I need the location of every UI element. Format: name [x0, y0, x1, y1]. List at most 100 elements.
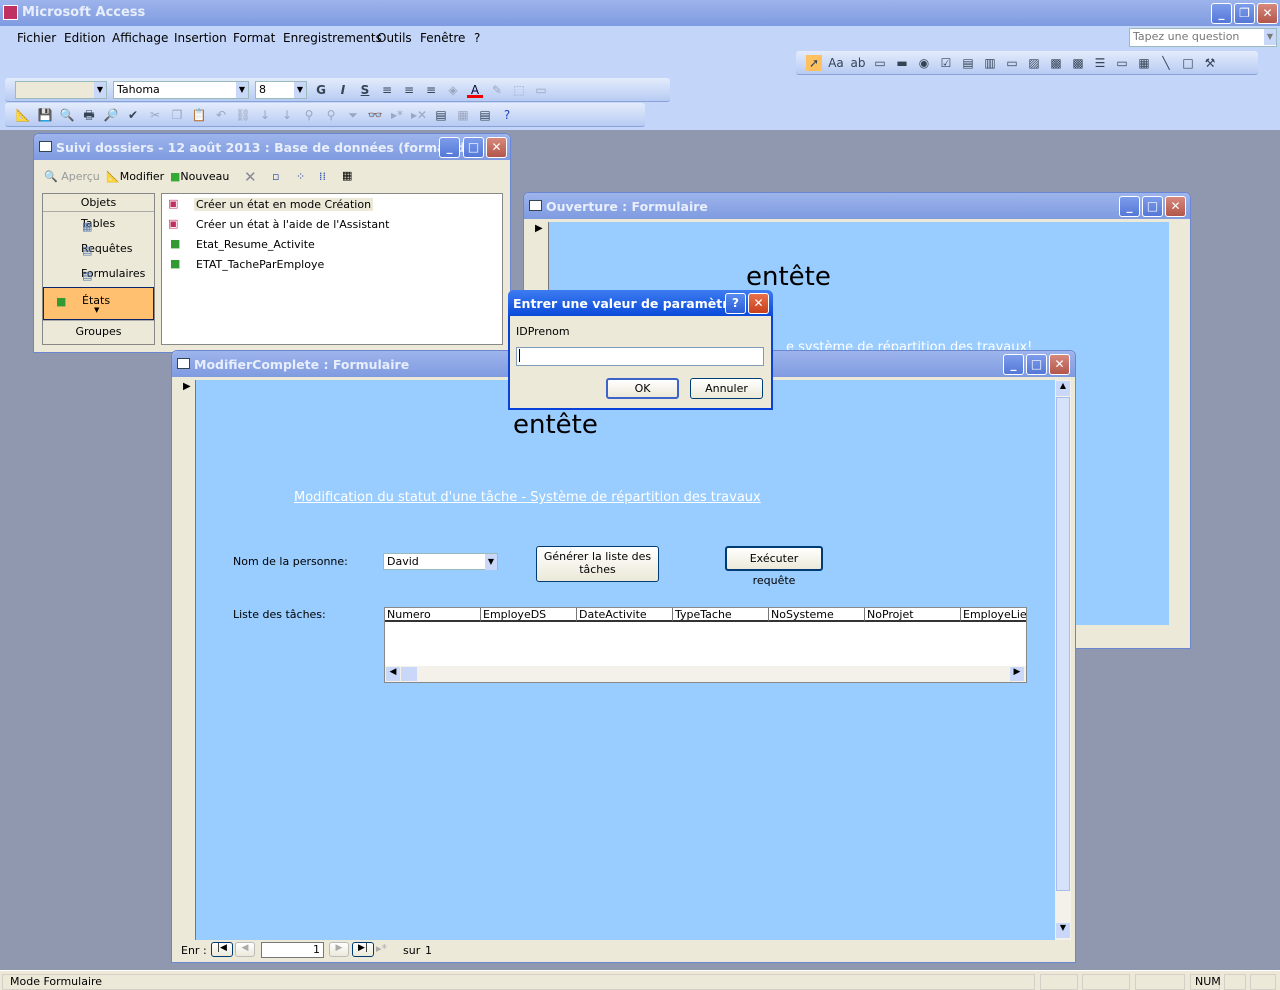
record-number-input[interactable]: 1	[261, 942, 324, 958]
new-object-icon[interactable]: ▤	[477, 107, 493, 123]
rectangle-tool-icon[interactable]: □	[1180, 55, 1196, 71]
details-view-icon[interactable]: ▦	[342, 169, 352, 182]
menu-outils[interactable]: Outils	[377, 31, 412, 45]
scroll-left-icon[interactable]: ◀	[386, 667, 400, 681]
checkbox-tool-icon[interactable]: ☑	[938, 55, 954, 71]
find-icon[interactable]: 👓	[367, 107, 383, 123]
menu-help[interactable]: ?	[474, 31, 480, 45]
tab-control-icon[interactable]: ▭	[1114, 55, 1130, 71]
font-color-icon[interactable]: A	[467, 82, 483, 98]
db-maximize-button[interactable]: □	[463, 137, 484, 158]
list-tool-icon[interactable]: ▥	[982, 55, 998, 71]
modify-button[interactable]: 📐Modifier	[106, 170, 164, 183]
menu-affichage[interactable]: Affichage	[112, 31, 168, 45]
close-button[interactable]: ✕	[1257, 3, 1278, 24]
subform-icon[interactable]: ▦	[1136, 55, 1152, 71]
align-right-icon[interactable]: ≡	[423, 82, 439, 98]
chevron-down-icon[interactable]: ▼	[294, 81, 306, 98]
chevron-down-icon[interactable]: ▼	[236, 81, 248, 98]
image-tool-icon[interactable]: ▨	[1026, 55, 1042, 71]
preview-button[interactable]: 🔍 Aperçu	[44, 170, 100, 183]
list-item[interactable]: Créer un état à l'aide de l'Assistant	[196, 218, 389, 231]
radio-tool-icon[interactable]: ◉	[916, 55, 932, 71]
spelling-icon[interactable]: ✔	[125, 107, 141, 123]
toggle-tool-icon[interactable]: ▬	[894, 55, 910, 71]
copy-icon[interactable]: ❐	[169, 107, 185, 123]
chevron-down-icon[interactable]: ▼	[485, 554, 497, 570]
objects-header[interactable]: Objets	[43, 194, 154, 212]
db-close-button[interactable]: ✕	[486, 137, 507, 158]
line-tool-icon[interactable]: ╲	[1158, 55, 1174, 71]
font-size-select[interactable]: 8 ▼	[255, 80, 307, 99]
object-queries[interactable]: Requêtes	[43, 237, 154, 262]
hyperlink-icon[interactable]: ⛓	[235, 107, 251, 123]
help-icon[interactable]: ?	[499, 107, 515, 123]
line-color-icon[interactable]: ✎	[489, 82, 505, 98]
apply-filter-icon[interactable]: ⏷	[345, 107, 361, 123]
ouverture-close-button[interactable]: ✕	[1165, 196, 1186, 217]
list-item[interactable]: ETAT_TacheParEmploye	[196, 258, 324, 271]
underline-button[interactable]: S	[357, 82, 373, 98]
scroll-right-icon[interactable]: ▶	[1010, 667, 1024, 681]
minimize-button[interactable]: _	[1211, 3, 1232, 24]
generate-list-button[interactable]: Générer la liste des tâches	[536, 546, 659, 582]
font-select[interactable]: Tahoma ▼	[113, 80, 249, 99]
groups-header[interactable]: Groupes	[43, 320, 154, 342]
bold-button[interactable]: G	[313, 82, 329, 98]
help-question-input[interactable]: Tapez une question ▼	[1129, 28, 1277, 47]
group-tool-icon[interactable]: ▭	[872, 55, 888, 71]
print-icon[interactable]: 🖶	[81, 107, 97, 123]
align-left-icon[interactable]: ≡	[379, 82, 395, 98]
list-item[interactable]: Créer un état en mode Création	[194, 198, 374, 211]
fill-color-icon[interactable]: ◈	[445, 82, 461, 98]
menu-enregistrements[interactable]: Enregistrements	[283, 31, 382, 45]
scroll-thumb[interactable]	[1056, 397, 1070, 891]
cancel-button[interactable]: Annuler	[690, 378, 763, 399]
undo-icon[interactable]: ↶	[213, 107, 229, 123]
align-center-icon[interactable]: ≡	[401, 82, 417, 98]
pointer-icon[interactable]: ➚	[806, 54, 822, 71]
modifier-maximize-button[interactable]: □	[1026, 354, 1047, 375]
textbox-tool-icon[interactable]: ab	[850, 55, 866, 71]
scroll-down-icon[interactable]: ▼	[1056, 923, 1070, 938]
delete-record-icon[interactable]: ▸✕	[411, 107, 427, 123]
large-icons-icon[interactable]: ▫	[272, 170, 279, 183]
combo-tool-icon[interactable]: ▤	[960, 55, 976, 71]
properties-icon[interactable]: ▤	[433, 107, 449, 123]
scroll-up-icon[interactable]: ▲	[1056, 381, 1070, 396]
cut-icon[interactable]: ✂	[147, 107, 163, 123]
next-record-button[interactable]: ▶	[329, 942, 349, 957]
modifier-minimize-button[interactable]: _	[1003, 354, 1024, 375]
last-record-button[interactable]: ▶|	[352, 942, 374, 957]
menu-insertion[interactable]: Insertion	[174, 31, 227, 45]
bound-object-icon[interactable]: ▩	[1070, 55, 1086, 71]
form-title-link[interactable]: Modification du statut d'une tâche - Sys…	[294, 490, 761, 505]
print-preview-icon[interactable]: 🔎	[103, 107, 119, 123]
database-window-icon[interactable]: ▦	[455, 107, 471, 123]
menu-fenetre[interactable]: Fenêtre	[420, 31, 465, 45]
italic-button[interactable]: I	[335, 82, 351, 98]
page-break-icon[interactable]: ☰	[1092, 55, 1108, 71]
vertical-scrollbar[interactable]: ▲ ▼	[1055, 380, 1071, 940]
sort-asc-icon[interactable]: ↓	[257, 107, 273, 123]
filter-form-icon[interactable]: ⚲	[323, 107, 339, 123]
menu-format[interactable]: Format	[233, 31, 275, 45]
small-icons-icon[interactable]: ⁘	[296, 170, 305, 183]
menu-edition[interactable]: Edition	[64, 31, 106, 45]
sort-desc-icon[interactable]: ↓	[279, 107, 295, 123]
chevron-down-icon[interactable]: ▼	[1264, 29, 1276, 45]
list-item[interactable]: Etat_Resume_Activite	[196, 238, 315, 251]
delete-icon[interactable]: ✕	[244, 168, 257, 186]
line-width-icon[interactable]: ▭	[533, 82, 549, 98]
new-record-button[interactable]: ▸*	[376, 942, 387, 955]
border-icon[interactable]: ⬚	[511, 82, 527, 98]
chevron-down-icon[interactable]: ▼	[94, 81, 106, 98]
list-view-icon[interactable]: ⁞⁞	[319, 170, 326, 183]
object-select[interactable]: ▼	[15, 80, 107, 99]
restore-button[interactable]: ❐	[1234, 3, 1255, 24]
label-tool-icon[interactable]: Aa	[828, 55, 844, 71]
scroll-down-icon[interactable]: ▼	[94, 306, 99, 314]
new-record-icon[interactable]: ▸*	[389, 107, 405, 123]
file-search-icon[interactable]: 🔍	[59, 107, 75, 123]
ouverture-minimize-button[interactable]: _	[1119, 196, 1140, 217]
